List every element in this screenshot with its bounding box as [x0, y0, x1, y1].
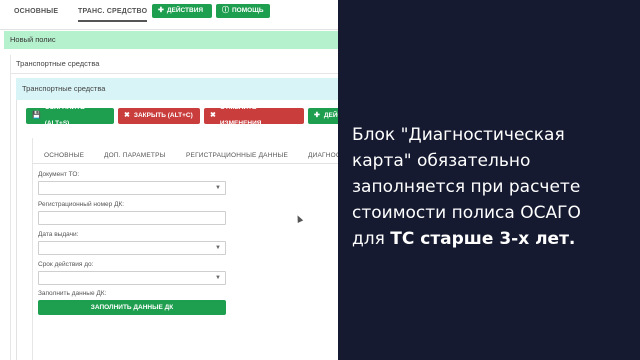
caption-line-5: для ТС старше 3-х лет. [352, 226, 632, 252]
actions-button-label: ДЕЙСТВИЯ [166, 7, 204, 14]
cancel-icon: ✖ [210, 112, 216, 119]
info-icon: ⓘ [222, 7, 229, 14]
issue-date-label: Дата выдачи: [38, 231, 79, 238]
tab-vehicle[interactable]: ТРАНС. СРЕДСТВО [78, 8, 148, 22]
help-button[interactable]: ⓘ ПОМОЩЬ [216, 4, 270, 18]
chevron-down-icon: ▼ [215, 185, 221, 191]
reg-number-label: Регистрационный номер ДК: [38, 201, 125, 208]
caption-line-1: Блок "Диагностическая [352, 125, 565, 145]
subtab-diagnostic[interactable]: ДИАГНОС [308, 152, 341, 159]
close-button-label: ЗАКРЫТЬ (ALT+C) [133, 112, 193, 119]
chevron-down-icon: ▼ [215, 275, 221, 281]
caption-line-3: заполняется при расчете [352, 177, 581, 197]
caption-text: Блок "Диагностическая карта" обязательно… [352, 122, 632, 252]
fill-dk-label: Заполнить данные ДК: [38, 290, 107, 297]
actions-button[interactable]: ✚ ДЕЙСТВИЯ [152, 4, 212, 18]
save-button[interactable]: 💾 СОХРАНИТЬ (ALT+S) [26, 104, 114, 127]
fill-dk-button[interactable]: ЗАПОЛНИТЬ ДАННЫЕ ДК [38, 300, 226, 315]
save-button-label: СОХРАНИТЬ (ALT+S) [44, 104, 85, 127]
caption-line-2: карта" обязательно [352, 151, 531, 171]
caption-line-4: стоимости полиса ОСАГО [352, 203, 581, 223]
caption-line-5-bold: ТС старше 3-х лет. [390, 229, 576, 249]
subtabs-divider [32, 163, 340, 164]
vehicles-section-title: Транспортные средства [16, 59, 100, 68]
plus-icon: ✚ [314, 112, 320, 119]
save-icon: 💾 [32, 112, 41, 119]
chevron-down-icon: ▼ [215, 245, 221, 251]
plus-icon: ✚ [158, 7, 164, 14]
cancel-changes-button[interactable]: ✖ ОТМЕНИТЬ ИЗМЕНЕНИЯ [204, 104, 304, 127]
issue-date-select[interactable]: ▼ [38, 241, 226, 255]
close-button[interactable]: ✖ ЗАКРЫТЬ (ALT+C) [118, 108, 200, 124]
help-button-label: ПОМОЩЬ [232, 7, 264, 14]
subtab-extra-params[interactable]: ДОП. ПАРАМЕТРЫ [104, 152, 166, 159]
reg-number-input[interactable] [38, 211, 226, 225]
subtab-main[interactable]: ОСНОВНЫЕ [44, 152, 84, 159]
close-icon: ✖ [124, 112, 130, 119]
valid-until-label: Срок действия до: [38, 261, 94, 268]
doc-to-select[interactable]: ▼ [38, 181, 226, 195]
valid-until-select[interactable]: ▼ [38, 271, 226, 285]
subtab-registration[interactable]: РЕГИСТРАЦИОННЫЕ ДАННЫЕ [186, 152, 288, 159]
cancel-changes-button-label: ОТМЕНИТЬ ИЗМЕНЕНИЯ [219, 104, 262, 127]
caption-line-5-prefix: для [352, 229, 391, 249]
doc-to-label: Документ ТО: [38, 171, 80, 178]
tab-main[interactable]: ОСНОВНЫЕ [14, 8, 58, 15]
